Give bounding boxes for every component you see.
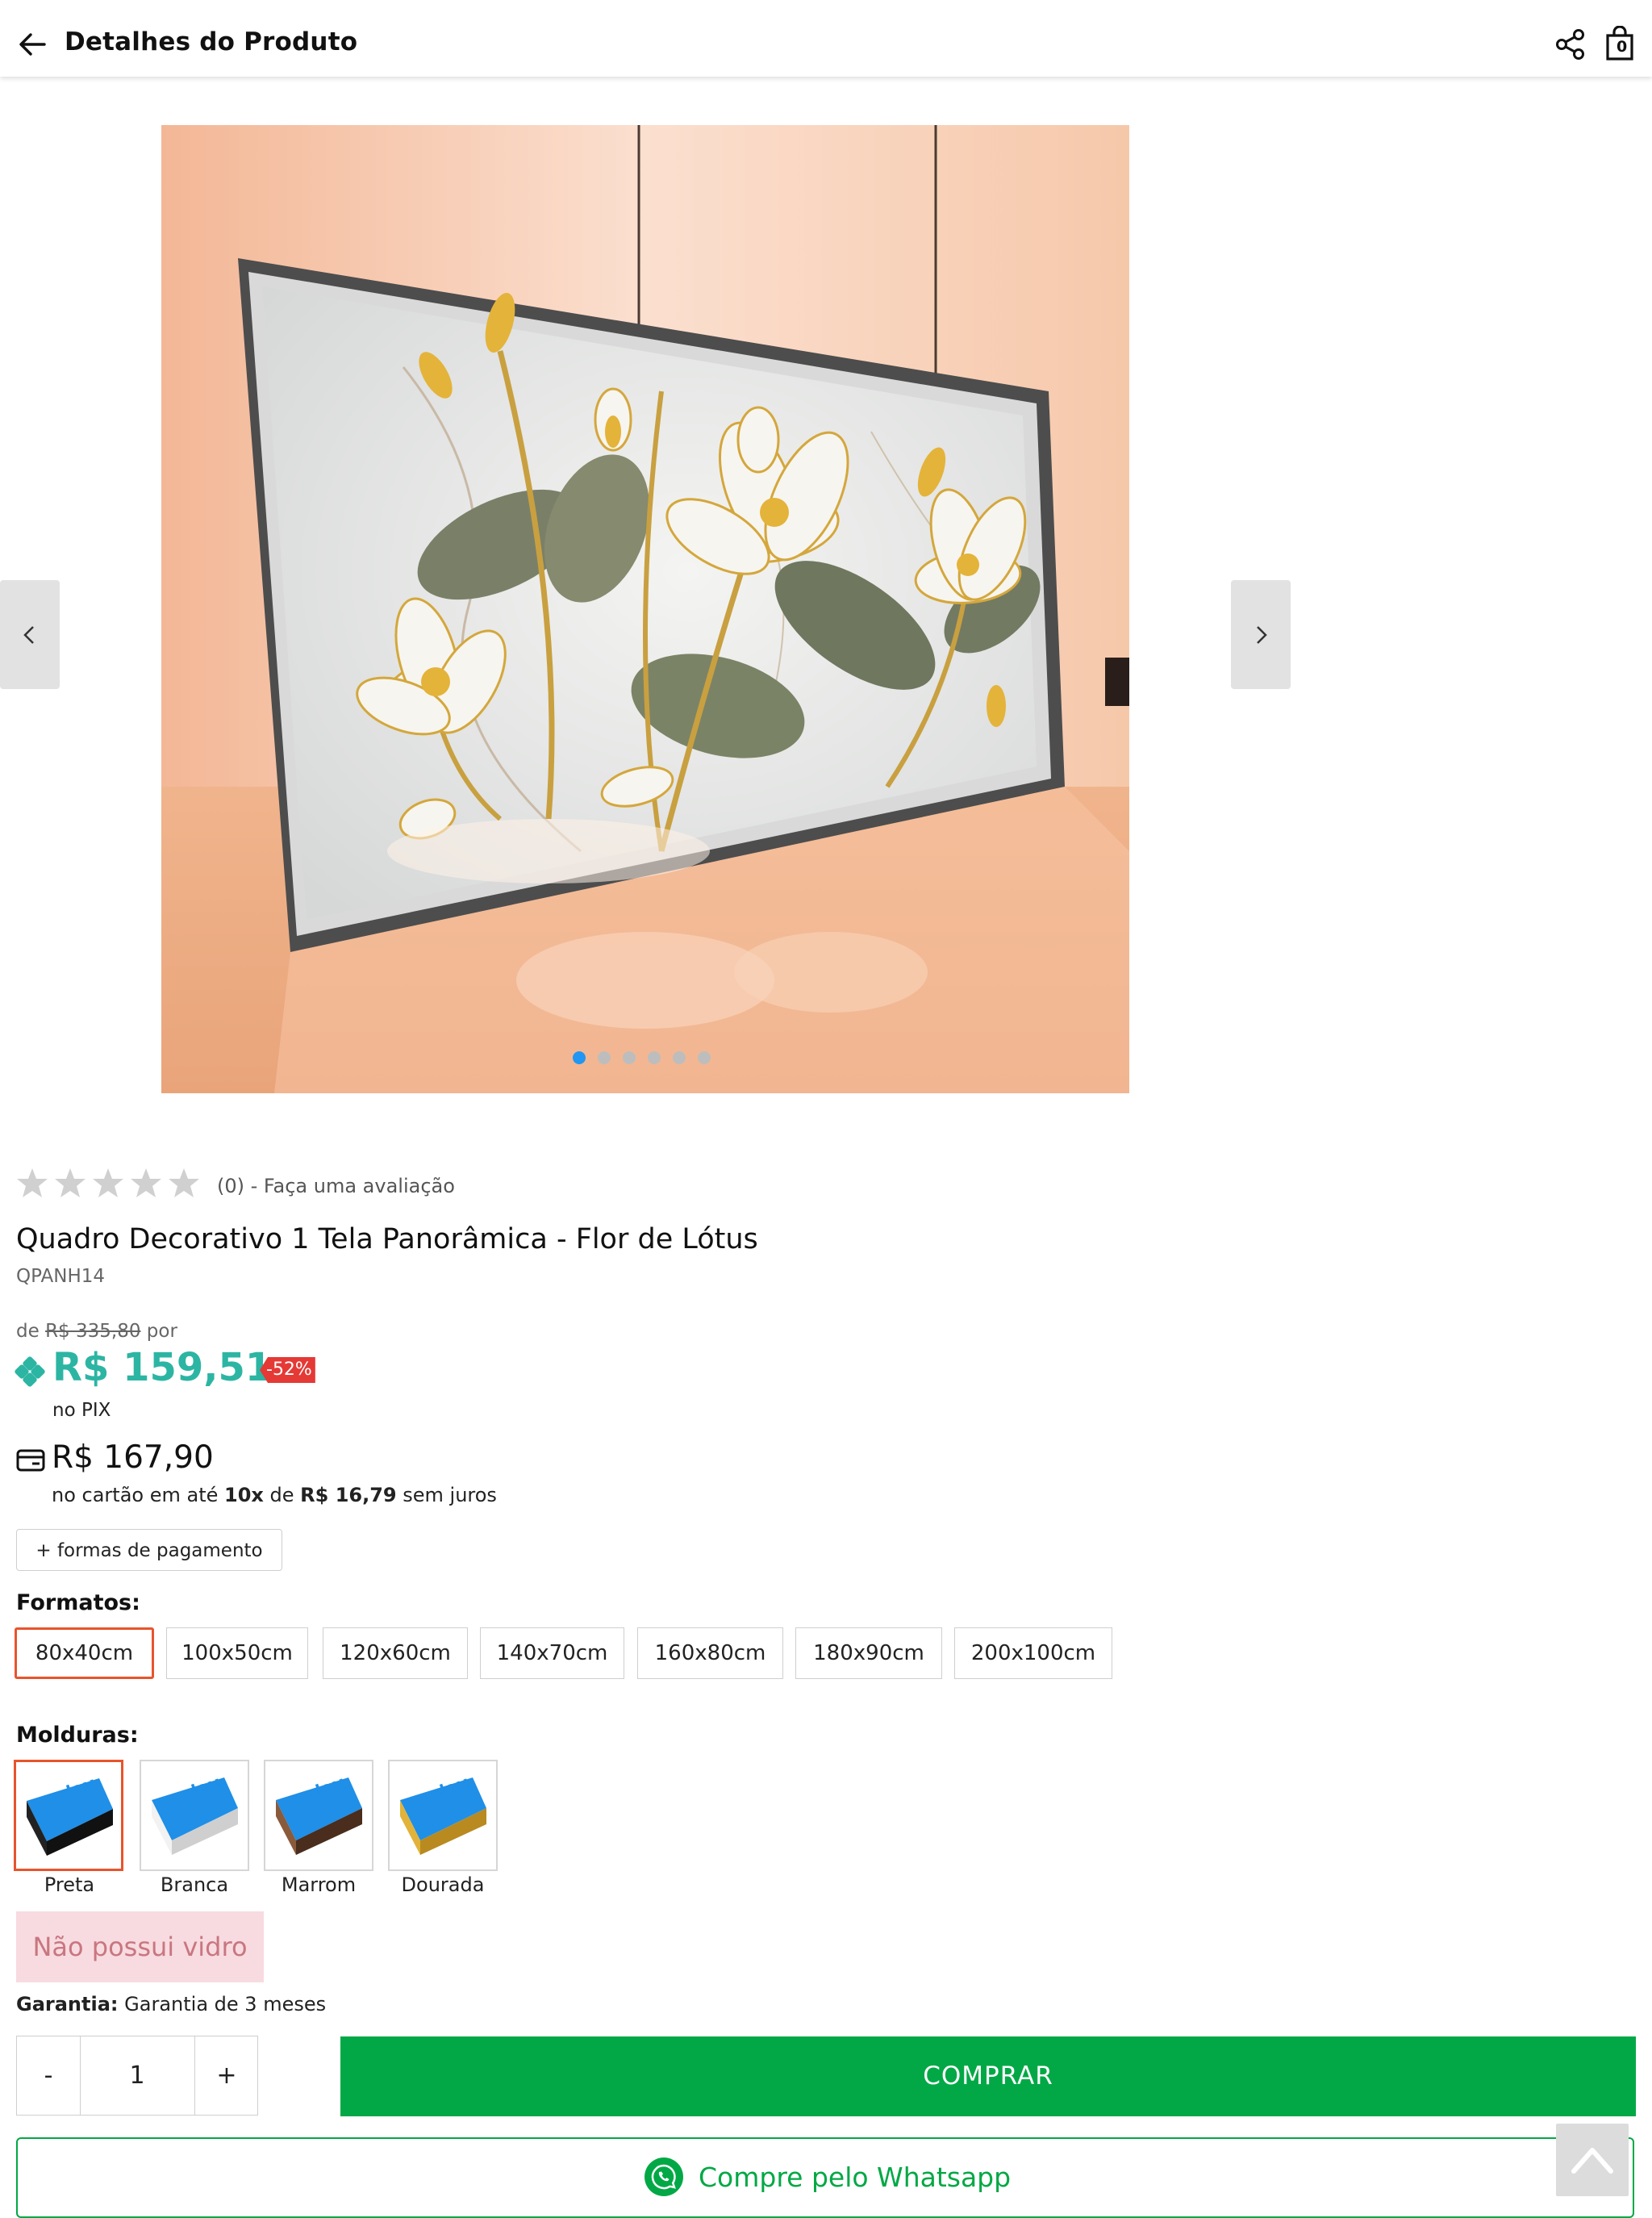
pix-icon bbox=[15, 1356, 45, 1387]
chevron-right-icon bbox=[1257, 626, 1267, 644]
frame-label-preta: Preta bbox=[44, 1873, 95, 1896]
warranty-value: Garantia de 3 meses bbox=[124, 1993, 327, 2015]
star-icon bbox=[93, 1168, 123, 1197]
whatsapp-buy-button[interactable]: Compre pelo Whatsapp bbox=[16, 2137, 1634, 2218]
discount-badge: -52% bbox=[260, 1357, 315, 1383]
product-title: Quadro Decorativo 1 Tela Panorâmica - Fl… bbox=[16, 1223, 758, 1255]
buy-button[interactable]: COMPRAR bbox=[340, 2036, 1636, 2116]
carousel-next-button[interactable] bbox=[1231, 580, 1291, 689]
old-price-suffix: por bbox=[146, 1321, 177, 1342]
frame-label-branca: Branca bbox=[160, 1873, 229, 1896]
top-bar: Detalhes do Produto 0 bbox=[0, 0, 1652, 77]
carousel-dot[interactable] bbox=[623, 1051, 636, 1064]
whatsapp-label: Compre pelo Whatsapp bbox=[699, 2162, 1012, 2193]
format-option-80x40[interactable]: 80x40cm bbox=[15, 1627, 154, 1679]
carousel-dots bbox=[573, 1051, 711, 1064]
frame-option-dourada[interactable]: Hop bbox=[388, 1760, 498, 1871]
frame-option-preta[interactable]: Hop bbox=[14, 1760, 123, 1871]
carousel-dot[interactable] bbox=[673, 1051, 686, 1064]
whatsapp-icon bbox=[645, 2157, 683, 2196]
format-option-120x60[interactable]: 120x60cm bbox=[323, 1627, 468, 1679]
frames-label: Molduras: bbox=[16, 1723, 139, 1748]
chevron-left-icon bbox=[23, 626, 34, 644]
frame-preta-image: Hop bbox=[27, 1775, 113, 1856]
warranty-label: Garantia: bbox=[16, 1993, 119, 2015]
star-icon bbox=[169, 1168, 199, 1197]
carousel-dot[interactable] bbox=[598, 1051, 611, 1064]
product-sku: QPANH14 bbox=[16, 1266, 106, 1287]
product-image[interactable] bbox=[161, 125, 1129, 1093]
card-price: R$ 167,90 bbox=[52, 1439, 214, 1476]
quantity-stepper: - 1 + bbox=[16, 2036, 258, 2116]
format-option-100x50[interactable]: 100x50cm bbox=[166, 1627, 308, 1679]
frame-branca-image: Hop bbox=[152, 1774, 238, 1855]
frame-option-marrom[interactable]: Hop bbox=[264, 1760, 373, 1871]
frame-marrom-image: Hop bbox=[276, 1774, 362, 1855]
rating-link[interactable]: (0) - Faça uma avaliação bbox=[217, 1175, 455, 1197]
installment-pre: no cartão em até bbox=[52, 1484, 225, 1506]
quantity-increase-button[interactable]: + bbox=[194, 2036, 258, 2115]
frame-label-dourada: Dourada bbox=[401, 1873, 485, 1896]
carousel-prev-button[interactable] bbox=[0, 580, 60, 689]
warranty-info: Garantia: Garantia de 3 meses bbox=[16, 1993, 326, 2015]
no-glass-notice: Não possui vidro bbox=[16, 1911, 264, 1982]
back-arrow-icon[interactable] bbox=[18, 30, 47, 59]
installment-value: R$ 16,79 bbox=[300, 1484, 397, 1506]
format-option-160x80[interactable]: 160x80cm bbox=[637, 1627, 783, 1679]
star-icon bbox=[55, 1168, 86, 1197]
format-option-140x70[interactable]: 140x70cm bbox=[480, 1627, 624, 1679]
chevron-up-icon bbox=[1571, 2148, 1613, 2174]
old-price-line: de R$ 335,80 por bbox=[16, 1321, 177, 1342]
formats-label: Formatos: bbox=[16, 1590, 140, 1615]
frame-label-marrom: Marrom bbox=[281, 1873, 357, 1896]
frame-option-branca[interactable]: Hop bbox=[140, 1760, 249, 1871]
format-option-180x90[interactable]: 180x90cm bbox=[795, 1627, 942, 1679]
star-icon bbox=[17, 1168, 48, 1197]
installments-text: no cartão em até 10x de R$ 16,79 sem jur… bbox=[52, 1484, 497, 1506]
carousel-dot[interactable] bbox=[698, 1051, 711, 1064]
credit-card-icon bbox=[16, 1449, 45, 1472]
installment-mid: de bbox=[263, 1484, 301, 1506]
pix-label: no PIX bbox=[52, 1400, 111, 1421]
frame-dourada-image: Hop bbox=[400, 1774, 486, 1855]
rating-stars[interactable] bbox=[16, 1167, 200, 1199]
share-icon[interactable] bbox=[1555, 28, 1586, 61]
old-price: R$ 335,80 bbox=[45, 1321, 141, 1342]
page-title: Detalhes do Produto bbox=[65, 27, 358, 56]
quantity-decrease-button[interactable]: - bbox=[17, 2036, 81, 2115]
quantity-input[interactable]: 1 bbox=[80, 2036, 194, 2115]
carousel-dot[interactable] bbox=[648, 1051, 661, 1064]
scroll-to-top-button[interactable] bbox=[1556, 2124, 1629, 2196]
star-icon bbox=[131, 1168, 161, 1197]
installment-count: 10x bbox=[224, 1484, 264, 1506]
format-option-200x100[interactable]: 200x100cm bbox=[954, 1627, 1112, 1679]
old-price-prefix: de bbox=[16, 1321, 40, 1342]
carousel-dot[interactable] bbox=[573, 1051, 586, 1064]
cart-count: 0 bbox=[1617, 38, 1628, 56]
payment-options-button[interactable]: + formas de pagamento bbox=[16, 1529, 282, 1571]
pix-price: R$ 159,51 bbox=[52, 1345, 273, 1390]
installment-post: sem juros bbox=[396, 1484, 497, 1506]
